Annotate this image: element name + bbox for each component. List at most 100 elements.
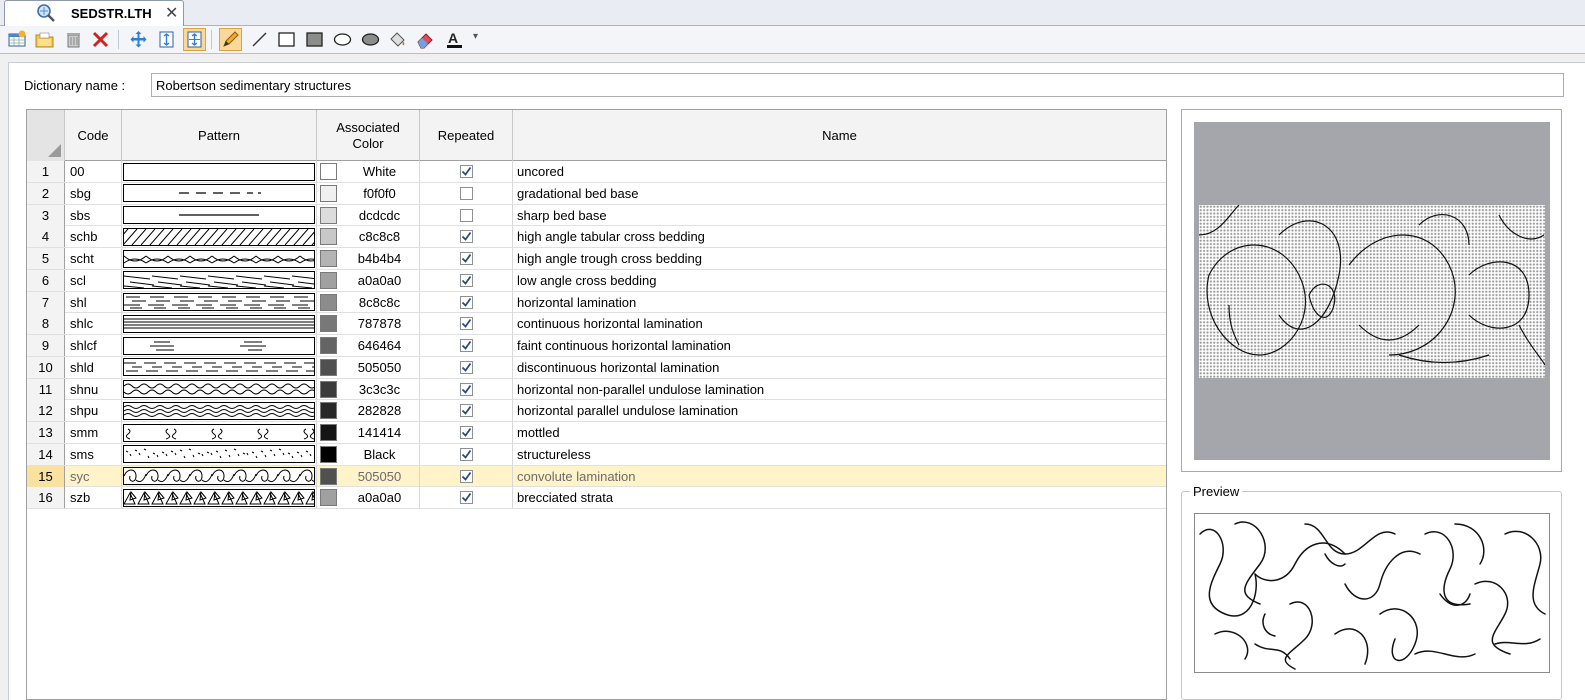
text-color-dropdown-icon[interactable]: ▾: [473, 31, 478, 42]
pattern-cell[interactable]: [122, 443, 317, 465]
pattern-cell[interactable]: [122, 465, 317, 487]
pattern-cell[interactable]: [122, 291, 317, 313]
eraser-tool-button[interactable]: [414, 28, 437, 51]
grid-corner[interactable]: [27, 110, 65, 161]
fit-all-button[interactable]: [183, 28, 206, 51]
code-cell[interactable]: syc: [65, 465, 122, 487]
color-cell[interactable]: a0a0a0: [317, 487, 420, 509]
dictionary-name-input[interactable]: [151, 73, 1564, 97]
new-dictionary-button[interactable]: [6, 28, 29, 51]
filled-rectangle-tool-button[interactable]: [303, 28, 326, 51]
fill-bucket-tool-button[interactable]: [386, 28, 409, 51]
code-cell[interactable]: shlc: [65, 313, 122, 335]
code-cell[interactable]: schb: [65, 226, 122, 248]
text-color-button[interactable]: A: [443, 28, 466, 51]
repeated-checkbox[interactable]: [459, 317, 473, 331]
rectangle-tool-button[interactable]: [275, 28, 298, 51]
color-cell[interactable]: 8c8c8c: [317, 291, 420, 313]
repeated-checkbox[interactable]: [459, 230, 473, 244]
code-cell[interactable]: scht: [65, 248, 122, 269]
code-cell[interactable]: sbs: [65, 204, 122, 226]
row-number[interactable]: 3: [27, 204, 65, 226]
pattern-cell[interactable]: [122, 335, 317, 356]
row-number[interactable]: 12: [27, 400, 65, 422]
table-row[interactable]: 6 scl a0a0a0 low angle cross bedding: [27, 269, 1166, 292]
fit-height-button[interactable]: [155, 28, 178, 51]
color-cell[interactable]: White: [317, 161, 420, 182]
name-cell[interactable]: gradational bed base: [513, 183, 1166, 204]
row-number[interactable]: 10: [27, 356, 65, 378]
table-row[interactable]: 12 shpu 282828 horizontal parallel undul…: [27, 400, 1166, 422]
name-cell[interactable]: low angle cross bedding: [513, 270, 1166, 291]
table-row[interactable]: 10 shld 505050 discontinuous horizontal …: [27, 356, 1166, 379]
repeated-checkbox[interactable]: [459, 186, 473, 200]
color-cell[interactable]: 787878: [317, 313, 420, 335]
name-cell[interactable]: sharp bed base: [513, 205, 1166, 226]
name-cell[interactable]: faint continuous horizontal lamination: [513, 335, 1166, 356]
code-cell[interactable]: shl: [65, 291, 122, 313]
name-cell[interactable]: horizontal lamination: [513, 292, 1166, 313]
pattern-cell[interactable]: [122, 313, 317, 335]
code-cell[interactable]: szb: [65, 487, 122, 509]
ellipse-tool-button[interactable]: [331, 28, 354, 51]
code-cell[interactable]: sbg: [65, 182, 122, 204]
column-header-code[interactable]: Code: [65, 110, 122, 161]
color-cell[interactable]: Black: [317, 443, 420, 465]
row-number[interactable]: 14: [27, 443, 65, 465]
table-row[interactable]: 8 shlc 787878 continuous horizontal lami…: [27, 313, 1166, 335]
open-dictionary-button[interactable]: [33, 28, 56, 51]
color-cell[interactable]: f0f0f0: [317, 182, 420, 204]
repeated-checkbox[interactable]: [459, 426, 473, 439]
color-cell[interactable]: b4b4b4: [317, 248, 420, 269]
pattern-editor-canvas[interactable]: [1194, 122, 1550, 460]
row-number[interactable]: 4: [27, 226, 65, 248]
pattern-cell[interactable]: [122, 226, 317, 248]
repeated-checkbox[interactable]: [459, 360, 473, 374]
color-cell[interactable]: 3c3c3c: [317, 378, 420, 400]
repeated-checkbox[interactable]: [459, 295, 473, 309]
table-row[interactable]: 5 scht b4b4b4 high angle trough cross be…: [27, 248, 1166, 270]
column-header-color[interactable]: Associated Color: [317, 110, 420, 161]
color-cell[interactable]: 646464: [317, 335, 420, 356]
name-cell[interactable]: high angle tabular cross bedding: [513, 226, 1166, 247]
color-cell[interactable]: 282828: [317, 400, 420, 422]
table-row[interactable]: 9 shlcf 646464 faint continuous horizont…: [27, 335, 1166, 357]
move-button[interactable]: [127, 28, 150, 51]
close-tab-icon[interactable]: ✕: [165, 3, 178, 23]
code-cell[interactable]: sms: [65, 443, 122, 465]
row-number[interactable]: 16: [27, 487, 65, 509]
repeated-checkbox[interactable]: [459, 491, 473, 505]
pattern-cell[interactable]: [122, 269, 317, 291]
name-cell[interactable]: brecciated strata: [513, 487, 1166, 508]
name-cell[interactable]: high angle trough cross bedding: [513, 248, 1166, 269]
code-cell[interactable]: scl: [65, 269, 122, 291]
repeated-checkbox[interactable]: [459, 273, 473, 287]
table-row[interactable]: 4 schb c8c8c8 high angle tabular cross b…: [27, 226, 1166, 248]
name-cell[interactable]: horizontal non-parallel undulose laminat…: [513, 379, 1166, 400]
repeated-checkbox[interactable]: [459, 404, 473, 418]
pattern-cell[interactable]: [122, 400, 317, 422]
code-cell[interactable]: shnu: [65, 378, 122, 400]
row-number[interactable]: 9: [27, 335, 65, 356]
remove-button[interactable]: [89, 28, 112, 51]
row-number[interactable]: 13: [27, 422, 65, 443]
code-cell[interactable]: shlcf: [65, 335, 122, 356]
pattern-cell[interactable]: [122, 378, 317, 400]
row-number[interactable]: 6: [27, 269, 65, 291]
table-row[interactable]: 1 00 White uncored: [27, 161, 1166, 183]
line-tool-button[interactable]: [248, 28, 271, 51]
code-cell[interactable]: shld: [65, 356, 122, 378]
repeated-checkbox[interactable]: [459, 165, 473, 178]
color-cell[interactable]: 141414: [317, 422, 420, 443]
name-cell[interactable]: mottled: [513, 422, 1166, 443]
name-cell[interactable]: structureless: [513, 444, 1166, 465]
column-header-pattern[interactable]: Pattern: [122, 110, 317, 161]
repeated-checkbox[interactable]: [459, 382, 473, 396]
color-cell[interactable]: a0a0a0: [317, 269, 420, 291]
pattern-cell[interactable]: [122, 248, 317, 269]
repeated-checkbox[interactable]: [459, 252, 473, 265]
name-cell[interactable]: continuous horizontal lamination: [513, 313, 1166, 334]
code-cell[interactable]: 00: [65, 161, 122, 182]
filled-ellipse-tool-button[interactable]: [359, 28, 382, 51]
table-row[interactable]: 7 shl 8c8c8c horizontal lamination: [27, 291, 1166, 314]
